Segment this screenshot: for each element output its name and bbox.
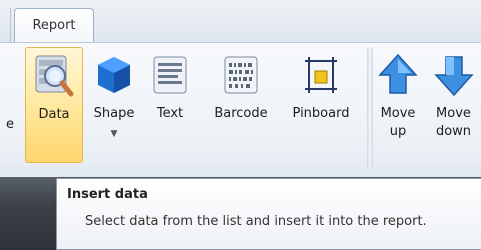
barcode-icon	[221, 53, 261, 97]
insert-shape-label: Shape	[93, 106, 135, 121]
insert-text-label: Text	[156, 106, 184, 121]
insert-text-button[interactable]: Text	[145, 47, 195, 163]
tooltip-title: Insert data	[67, 187, 148, 202]
tooltip: Insert data Select data from the list an…	[56, 178, 481, 250]
arrow-up-icon	[378, 53, 418, 97]
insert-data-label: Data	[38, 107, 70, 122]
clipped-button[interactable]: e	[0, 47, 16, 163]
move-up-button[interactable]: Move up	[376, 47, 420, 163]
insert-pinboard-button[interactable]: Pinboard	[284, 47, 358, 163]
insert-data-button[interactable]: Data	[25, 47, 83, 163]
ribbon-tab-strip: Report	[0, 0, 481, 42]
tab-stub	[0, 8, 11, 42]
tooltip-body: Select data from the list and insert it …	[85, 214, 427, 229]
insert-barcode-label: Barcode	[214, 106, 268, 121]
group-separator	[367, 47, 373, 171]
clipped-label: e	[6, 117, 14, 132]
tab-report-label: Report	[32, 18, 76, 33]
pinboard-icon	[301, 53, 341, 97]
insert-shape-button[interactable]: Shape ▼	[87, 47, 141, 163]
arrow-down-icon	[433, 53, 474, 97]
ribbon: e Data Shape ▼ Text Barcode Pinboard Mov…	[0, 42, 481, 178]
database-search-icon	[34, 54, 74, 98]
move-up-label: Move up	[380, 106, 416, 139]
tab-report[interactable]: Report	[14, 8, 94, 42]
chevron-down-icon[interactable]: ▼	[111, 129, 118, 139]
cube-icon	[94, 53, 134, 97]
insert-barcode-button[interactable]: Barcode	[208, 47, 274, 163]
text-icon	[150, 53, 190, 97]
move-down-label: Move down	[435, 106, 472, 139]
move-down-button[interactable]: Move down	[426, 47, 481, 163]
insert-pinboard-label: Pinboard	[292, 106, 350, 121]
